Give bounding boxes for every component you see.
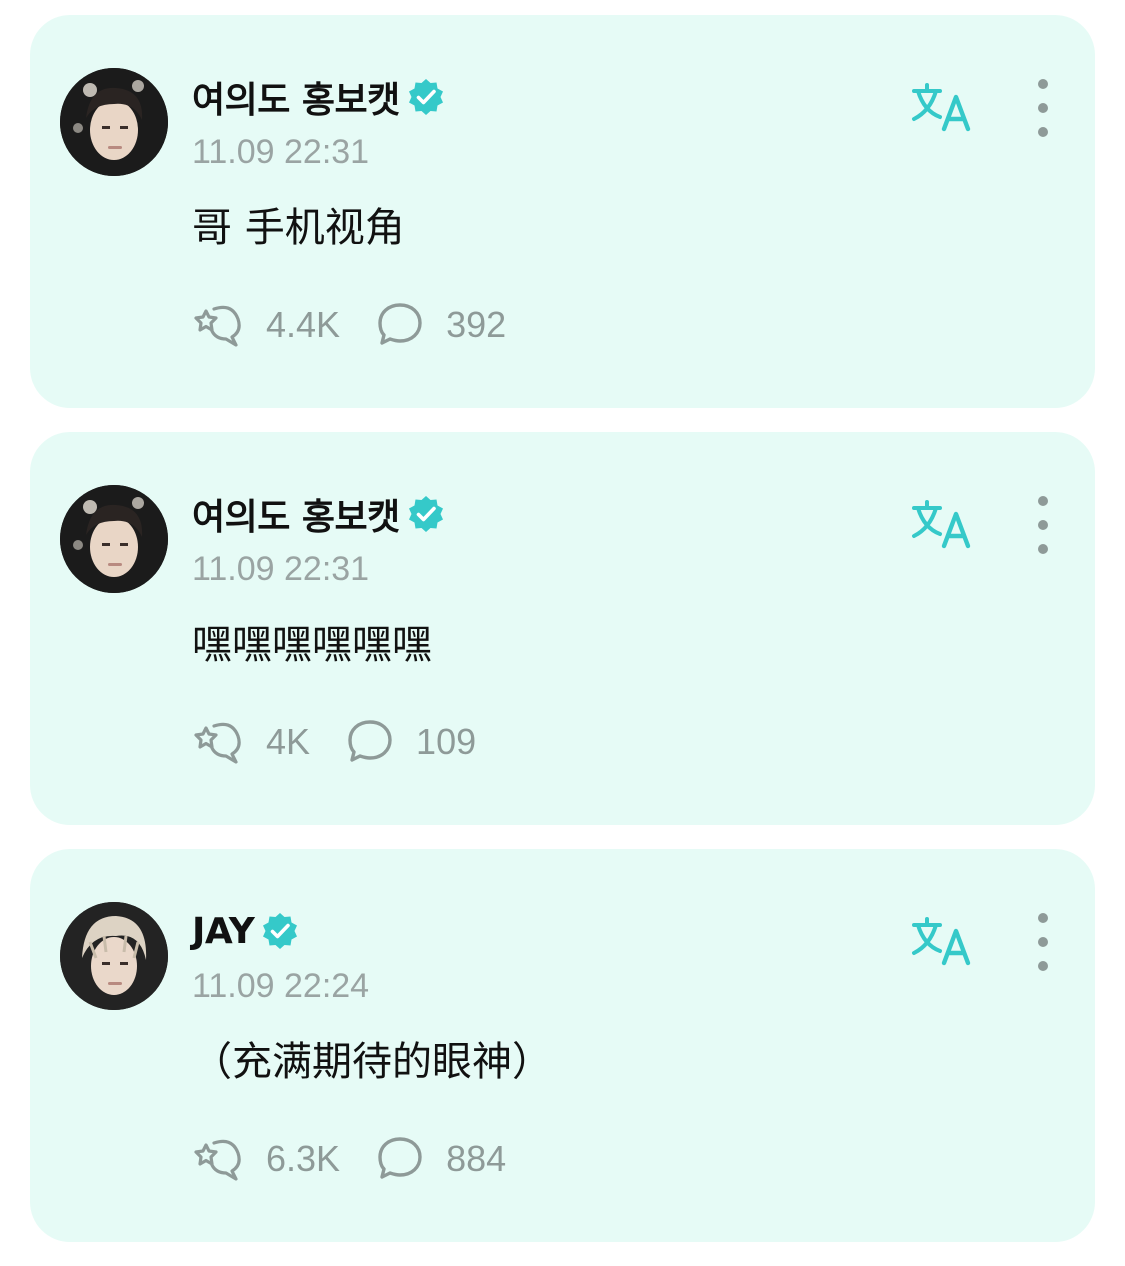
translate-icon [912, 500, 971, 549]
author-name[interactable]: 여의도 홍보캣 [192, 71, 400, 123]
more-vertical-icon[interactable] [1028, 79, 1058, 137]
comment-button[interactable]: 392 [376, 301, 506, 349]
verified-badge-icon [406, 494, 446, 534]
avatar[interactable] [60, 485, 168, 593]
like-count: 4K [266, 721, 311, 762]
verified-badge-icon [406, 77, 446, 117]
post-stats: 4K 109 [192, 718, 512, 766]
post-feed: 여의도 홍보캣 11.09 22:31 哥 手机视角 4.4K 392 여의도 … [30, 15, 1095, 1266]
avatar[interactable] [60, 902, 168, 1010]
author-row: JAY [192, 907, 300, 955]
post-card[interactable]: 여의도 홍보캣 11.09 22:31 哥 手机视角 4.4K 392 [30, 15, 1095, 408]
like-button[interactable]: 4K [192, 718, 310, 766]
post-timestamp: 11.09 22:24 [192, 967, 370, 1005]
more-vertical-icon[interactable] [1028, 496, 1058, 554]
post-stats: 6.3K 884 [192, 1135, 542, 1183]
comment-count: 884 [446, 1138, 507, 1179]
author-row: 여의도 홍보캣 [192, 73, 446, 121]
author-row: 여의도 홍보캣 [192, 490, 446, 538]
post-content: 嘿嘿嘿嘿嘿嘿 [192, 622, 432, 668]
star-hand-icon [194, 305, 241, 347]
star-hand-icon [194, 1139, 241, 1181]
post-card[interactable]: 여의도 홍보캣 11.09 22:31 嘿嘿嘿嘿嘿嘿 4K 109 [30, 432, 1095, 825]
post-content: （充满期待的眼神） [192, 1039, 552, 1085]
like-count: 4.4K [266, 304, 341, 345]
comment-button[interactable]: 109 [346, 718, 476, 766]
comment-button[interactable]: 884 [376, 1135, 506, 1183]
post-stats: 4.4K 392 [192, 301, 542, 349]
author-name[interactable]: JAY [192, 911, 255, 952]
comment-count: 392 [446, 304, 507, 345]
post-card[interactable]: JAY 11.09 22:24 （充满期待的眼神） 6.3K 884 [30, 849, 1095, 1242]
translate-button[interactable] [910, 81, 974, 133]
post-timestamp: 11.09 22:31 [192, 133, 370, 171]
translate-icon [912, 83, 971, 132]
verified-badge-icon [260, 911, 300, 951]
author-name[interactable]: 여의도 홍보캣 [192, 488, 400, 540]
like-button[interactable]: 4.4K [192, 301, 340, 349]
avatar[interactable] [60, 68, 168, 176]
translate-button[interactable] [910, 498, 974, 550]
speech-bubble-icon [378, 1137, 422, 1179]
post-timestamp: 11.09 22:31 [192, 550, 370, 588]
speech-bubble-icon [348, 720, 392, 762]
speech-bubble-icon [378, 303, 422, 345]
like-button[interactable]: 6.3K [192, 1135, 340, 1183]
comment-count: 109 [416, 721, 477, 762]
translate-icon [912, 917, 971, 966]
like-count: 6.3K [266, 1138, 341, 1179]
translate-button[interactable] [910, 915, 974, 967]
post-content: 哥 手机视角 [192, 205, 405, 251]
more-vertical-icon[interactable] [1028, 913, 1058, 971]
star-hand-icon [194, 722, 241, 764]
